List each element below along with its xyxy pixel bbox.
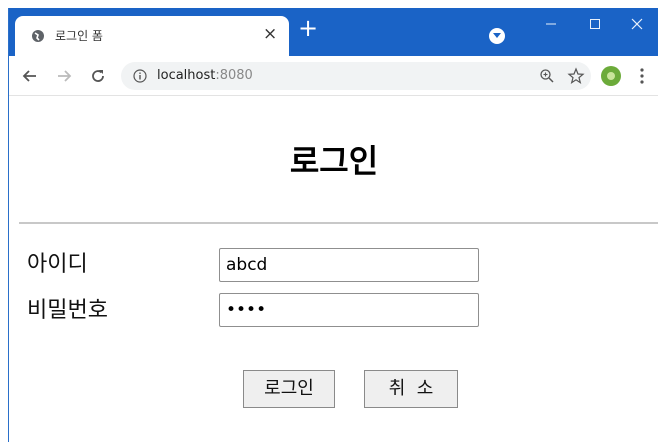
minimize-button[interactable] [531,12,571,36]
new-tab-button[interactable]: + [295,16,321,42]
extension-icon[interactable] [601,66,621,86]
password-label: 비밀번호 [27,298,108,323]
url-host: localhost [157,68,216,83]
browser-toolbar: localhost:8080 [9,56,658,96]
maximize-button[interactable] [575,12,615,36]
id-label: 아이디 [27,252,88,277]
cancel-button[interactable]: 취 소 [364,370,458,408]
window-close-button[interactable] [617,12,657,36]
browser-window: 로그인 폼 × + localhost:8080 로그인 아이디 abcd 비밀… [8,8,658,442]
url-port: :8080 [215,68,253,83]
reload-icon[interactable] [89,67,107,85]
profile-dropdown-icon[interactable] [489,28,505,44]
forward-arrow-icon[interactable] [55,67,73,85]
title-bar: 로그인 폼 × + [9,8,658,56]
page-title: 로그인 [289,142,379,180]
url-text: localhost:8080 [157,68,253,83]
password-input[interactable] [219,293,479,327]
id-input[interactable] [219,248,479,282]
browser-tab[interactable]: 로그인 폼 × [15,16,289,56]
address-bar[interactable]: localhost:8080 [121,62,591,90]
page-content: 로그인 아이디 비밀번호 로그인 취 소 [9,96,658,442]
back-arrow-icon[interactable] [21,67,39,85]
tab-close-button[interactable]: × [263,24,277,44]
info-icon[interactable] [133,69,147,83]
login-button[interactable]: 로그인 [243,370,335,408]
tab-title: 로그인 폼 [55,29,103,43]
horizontal-divider [19,222,658,224]
bookmark-star-icon[interactable] [567,67,585,85]
globe-icon [32,30,44,42]
zoom-icon[interactable] [539,68,555,84]
kebab-menu-icon[interactable] [639,66,645,86]
